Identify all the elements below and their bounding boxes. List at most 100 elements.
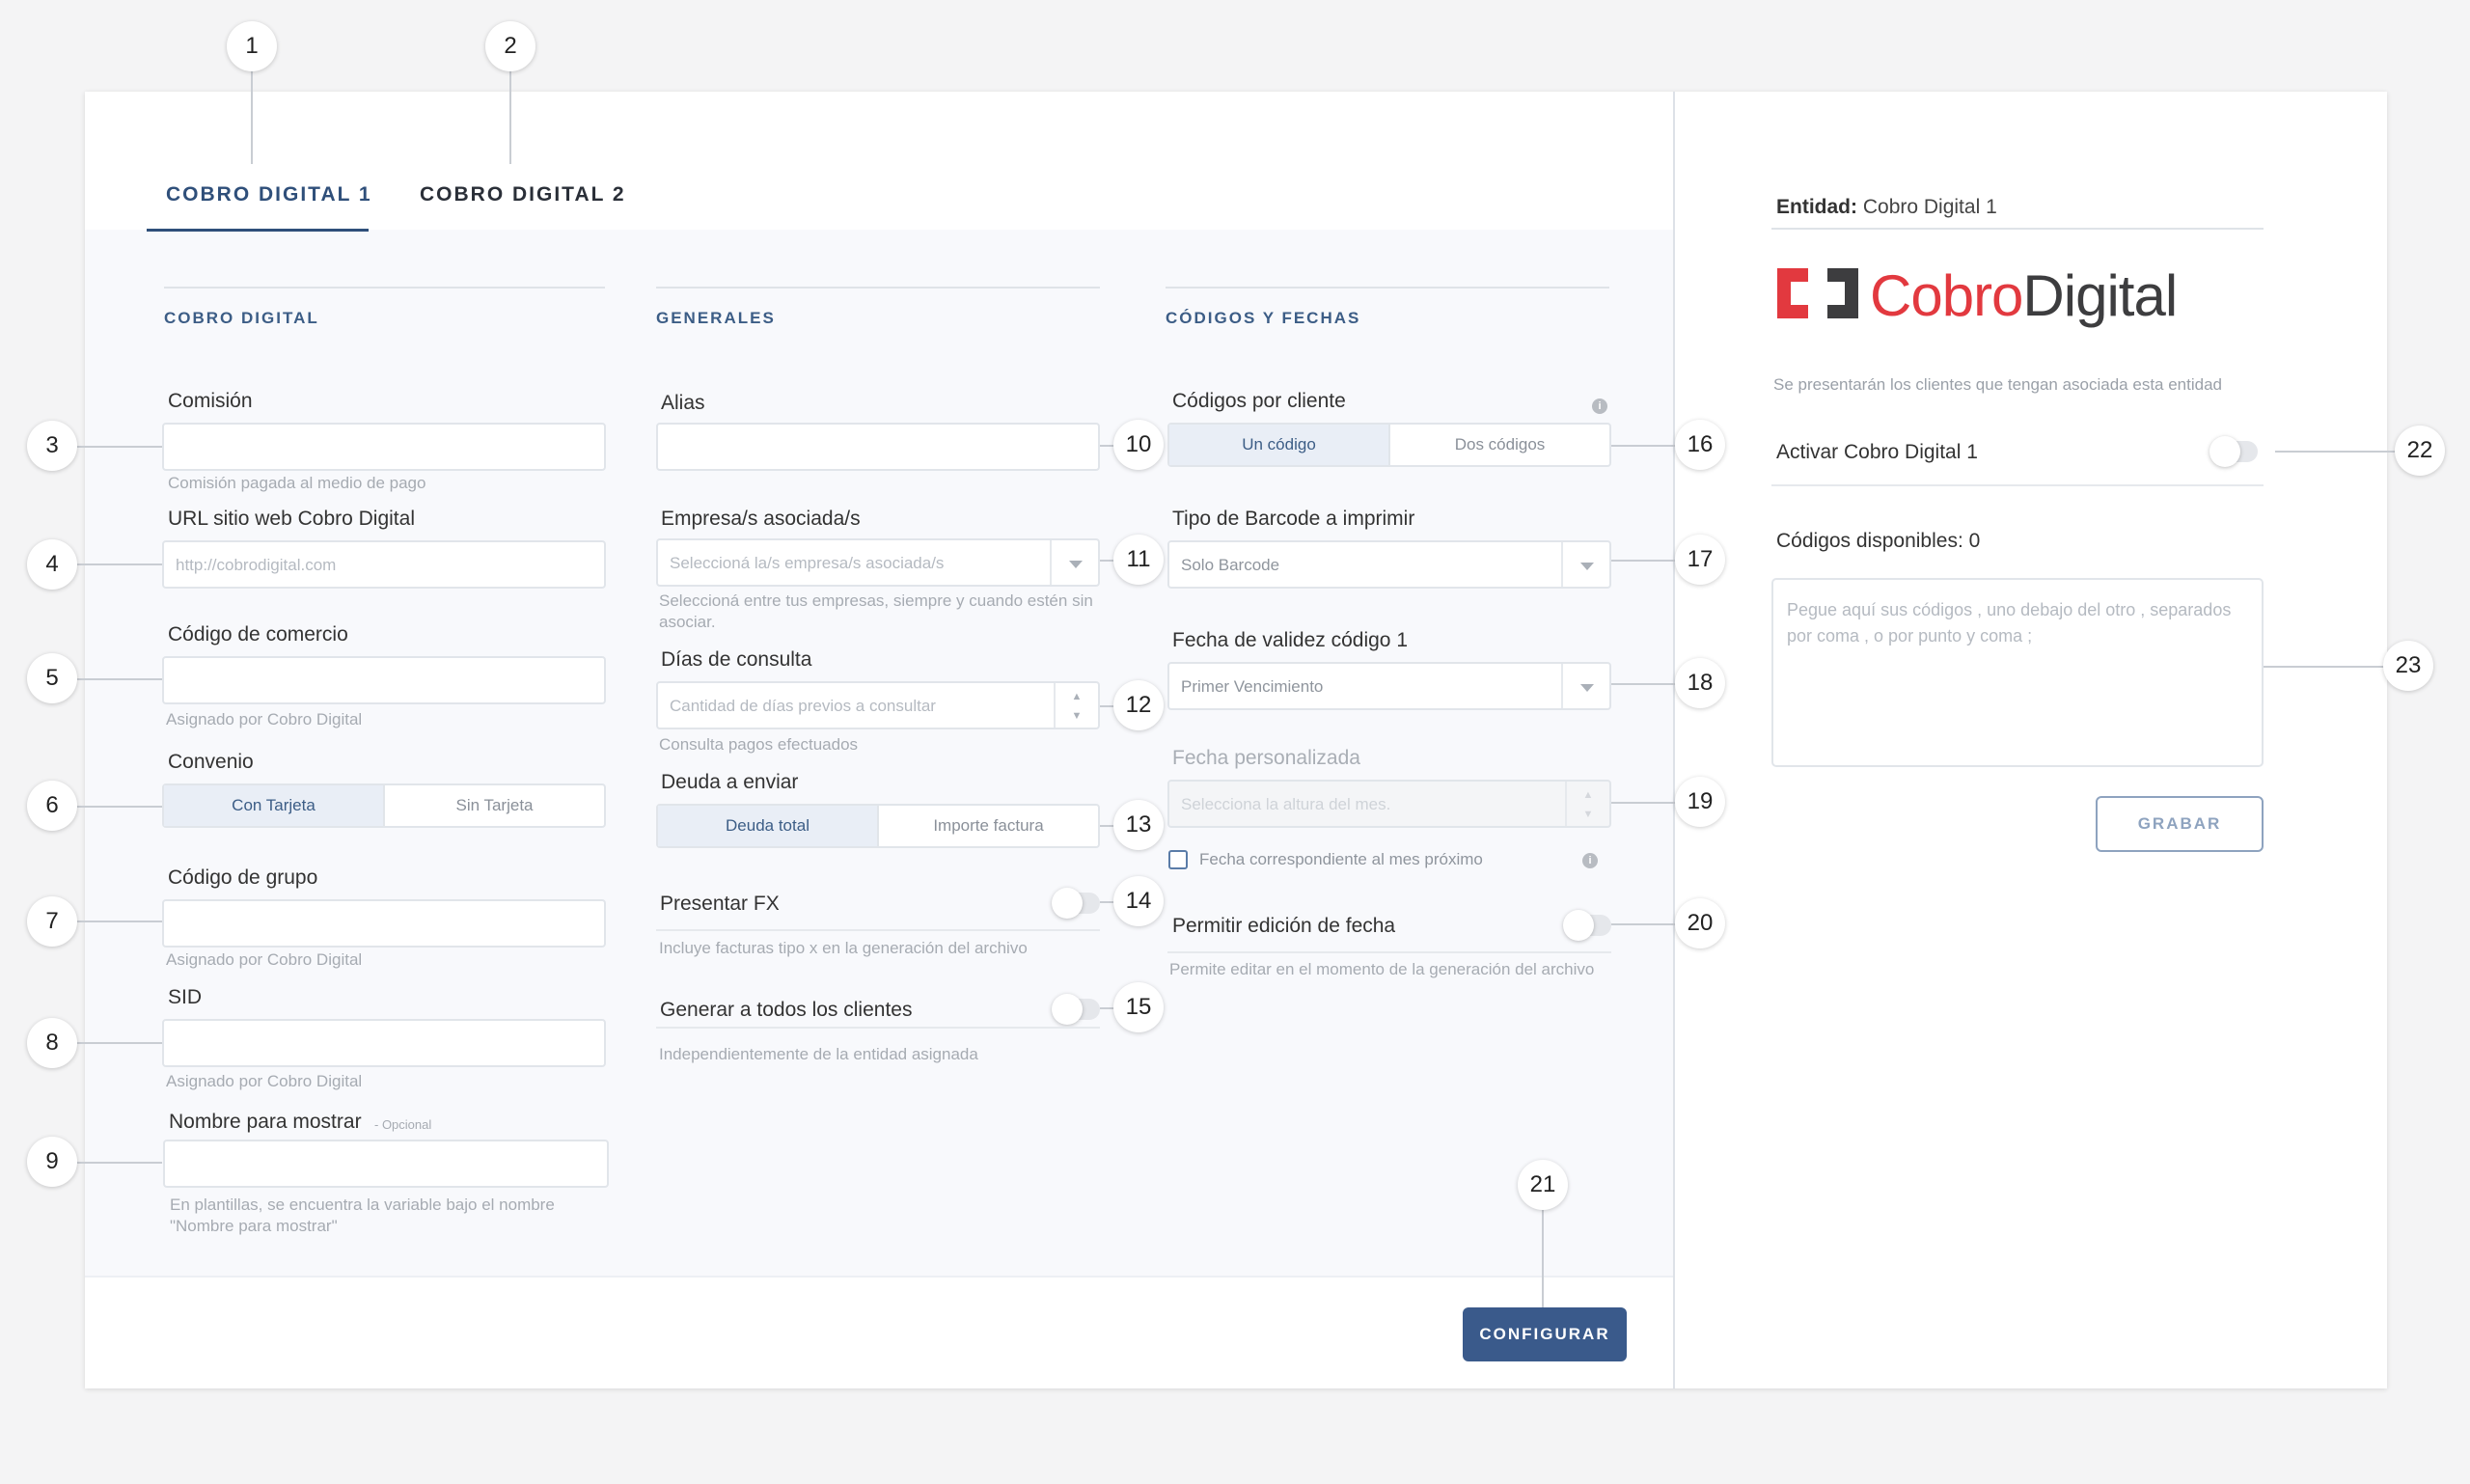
callout-badge: 23 [2383, 641, 2433, 691]
callout-badge: 17 [1675, 535, 1725, 585]
callout-badge: 16 [1675, 420, 1725, 470]
callout-badge: 6 [27, 781, 77, 831]
sid-label: SID [168, 986, 203, 1008]
callout-line [77, 563, 162, 565]
deuda-label: Deuda a enviar [661, 771, 799, 793]
callout-badge: 11 [1113, 535, 1164, 585]
section-title-cobro: COBRO DIGITAL [164, 309, 319, 327]
tab-cobro-digital-2[interactable]: COBRO DIGITAL 2 [420, 183, 626, 206]
divider [1771, 228, 2264, 230]
dias-hint: Consulta pagos efectuados [659, 735, 859, 754]
cobro-digital-logo-icon [1773, 264, 1862, 322]
section-rule [656, 287, 1100, 289]
divider [1167, 951, 1611, 953]
barcode-label: Tipo de Barcode a imprimir [1172, 508, 1415, 530]
logo-digital: Digital [2022, 263, 2178, 328]
codigos-textarea[interactable]: Pegue aquí sus códigos , uno debajo del … [1771, 578, 2264, 767]
activar-toggle[interactable] [2209, 436, 2258, 467]
callout-badge: 13 [1113, 800, 1164, 850]
codigo-comercio-label: Código de comercio [168, 623, 348, 646]
callout-badge: 7 [27, 896, 77, 947]
fecha-personalizada-label: Fecha personalizada [1172, 747, 1360, 769]
convenio-label: Convenio [168, 751, 254, 773]
deuda-total-option[interactable]: Deuda total [658, 806, 877, 846]
chevron-down-icon [1050, 540, 1098, 585]
sid-hint: Asignado por Cobro Digital [166, 1072, 363, 1090]
generar-todos-hint: Independientemente de la entidad asignad… [659, 1045, 978, 1063]
cobro-digital-logo-text: CobroDigital [1870, 262, 2178, 329]
divider [1771, 484, 2264, 486]
codigos-textarea-placeholder: Pegue aquí sus códigos , uno debajo del … [1787, 600, 2232, 646]
validez-select[interactable]: Primer Vencimiento [1167, 662, 1611, 710]
divider [656, 929, 1100, 931]
stepper-icon[interactable]: ▲ ▼ [1054, 683, 1098, 728]
convenio-sin-tarjeta[interactable]: Sin Tarjeta [383, 785, 604, 826]
mes-proximo-label: Fecha correspondiente al mes próximo [1199, 850, 1483, 868]
comision-input[interactable] [162, 423, 606, 471]
codigos-por-cliente-selector: Un código Dos códigos [1167, 423, 1611, 467]
callout-line [77, 678, 162, 680]
section-title-generales: GENERALES [656, 309, 776, 327]
alias-input[interactable] [656, 423, 1100, 471]
validez-value: Primer Vencimiento [1181, 677, 1324, 696]
callout-line [77, 806, 162, 808]
codigos-disponibles: Códigos disponibles: 0 [1776, 530, 1981, 552]
dias-placeholder: Cantidad de días previos a consultar [670, 697, 936, 715]
grabar-button[interactable]: GRABAR [2096, 796, 2264, 852]
codigo-comercio-hint: Asignado por Cobro Digital [166, 710, 363, 728]
fecha-personalizada-input[interactable]: Selecciona la altura del mes. ▲ ▼ [1167, 780, 1611, 828]
edicion-fecha-toggle[interactable] [1563, 910, 1611, 941]
empresa-hint-1: Seleccioná entre tus empresas, siempre y… [659, 591, 1093, 610]
callout-badge: 20 [1675, 898, 1725, 948]
mes-proximo-checkbox[interactable] [1168, 850, 1188, 869]
un-codigo-option[interactable]: Un código [1169, 425, 1388, 465]
nombre-hint-2: "Nombre para mostrar" [170, 1217, 338, 1235]
edicion-fecha-label: Permitir edición de fecha [1172, 915, 1396, 937]
codigo-comercio-input[interactable] [162, 656, 606, 704]
url-label: URL sitio web Cobro Digital [168, 508, 415, 530]
chevron-down-icon [1561, 542, 1609, 587]
sid-input[interactable] [162, 1019, 606, 1067]
entidad-label: Entidad: [1776, 196, 1857, 218]
chevron-down-icon [1561, 664, 1609, 708]
callout-badge: 12 [1113, 680, 1164, 730]
callout-badge: 9 [27, 1137, 77, 1187]
presentar-fx-label: Presentar FX [660, 893, 780, 915]
panel-divider [1673, 92, 1675, 1388]
callout-badge: 14 [1113, 876, 1164, 926]
section-title-codigos: CÓDIGOS Y FECHAS [1166, 309, 1361, 327]
configurar-button[interactable]: CONFIGURAR [1463, 1307, 1627, 1361]
entidad-description: Se presentarán los clientes que tengan a… [1773, 375, 2222, 394]
convenio-con-tarjeta[interactable]: Con Tarjeta [164, 785, 383, 826]
entidad-value: Cobro Digital 1 [1862, 196, 1997, 218]
activar-label: Activar Cobro Digital 1 [1776, 441, 1978, 463]
dias-input[interactable]: Cantidad de días previos a consultar ▲ ▼ [656, 681, 1100, 729]
callout-line [509, 70, 511, 164]
generar-todos-label: Generar a todos los clientes [660, 999, 913, 1021]
codigo-grupo-hint: Asignado por Cobro Digital [166, 950, 363, 969]
generar-todos-toggle[interactable] [1052, 994, 1100, 1025]
presentar-fx-toggle[interactable] [1052, 888, 1100, 919]
callout-badge: 4 [27, 539, 77, 590]
codigo-grupo-input[interactable] [162, 899, 606, 948]
codigo-grupo-label: Código de grupo [168, 866, 318, 889]
importe-factura-option[interactable]: Importe factura [877, 806, 1098, 846]
callout-line [251, 70, 253, 164]
callout-line [1542, 1210, 1544, 1307]
barcode-select[interactable]: Solo Barcode [1167, 540, 1611, 589]
callout-badge: 21 [1518, 1160, 1568, 1210]
deuda-selector: Deuda total Importe factura [656, 804, 1100, 848]
barcode-value: Solo Barcode [1181, 556, 1280, 574]
nombre-input[interactable] [163, 1140, 609, 1188]
tab-cobro-digital-1[interactable]: COBRO DIGITAL 1 [166, 183, 372, 206]
empresa-label: Empresa/s asociada/s [661, 508, 861, 530]
alias-label: Alias [661, 392, 705, 414]
fecha-personalizada-placeholder: Selecciona la altura del mes. [1181, 795, 1391, 813]
empresa-select[interactable]: Seleccioná la/s empresa/s asociada/s [656, 538, 1100, 587]
logo-cobro: Cobro [1870, 263, 2023, 328]
callout-badge: 19 [1675, 777, 1725, 827]
url-input[interactable]: http://cobrodigital.com [162, 540, 606, 589]
nombre-hint-1: En plantillas, se encuentra la variable … [170, 1195, 555, 1214]
convenio-selector: Con Tarjeta Sin Tarjeta [162, 783, 606, 828]
dos-codigos-option[interactable]: Dos códigos [1388, 425, 1609, 465]
